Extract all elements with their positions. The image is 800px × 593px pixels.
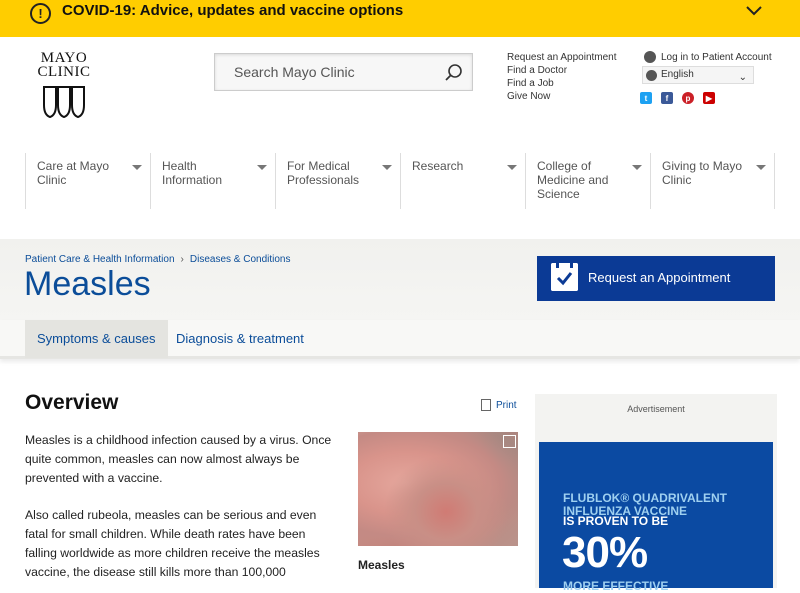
calendar-check-icon bbox=[551, 263, 578, 291]
patient-account-login[interactable]: Log in to Patient Account bbox=[644, 51, 772, 63]
find-doctor-link[interactable]: Find a Doctor bbox=[507, 64, 617, 77]
image-caption: Measles bbox=[358, 558, 405, 572]
language-value: English bbox=[661, 69, 694, 80]
ad-subheadline: IS PROVEN TO BE bbox=[563, 514, 669, 528]
covid-banner-text[interactable]: COVID-19: Advice, updates and vaccine op… bbox=[62, 2, 403, 19]
page-title: Measles bbox=[24, 265, 151, 303]
content-tabs: Symptoms & causes Diagnosis & treatment bbox=[0, 320, 800, 359]
search-box[interactable] bbox=[214, 53, 473, 91]
caret-down-icon bbox=[507, 165, 517, 170]
expand-icon[interactable] bbox=[503, 435, 516, 448]
print-link[interactable]: Print bbox=[481, 399, 517, 411]
print-label: Print bbox=[496, 399, 517, 411]
tab-diagnosis-treatment[interactable]: Diagnosis & treatment bbox=[164, 320, 316, 358]
flublok-ad[interactable]: FLUBLOK® QUADRIVALENT INFLUENZA VACCINE … bbox=[539, 442, 773, 593]
utility-links: Request an Appointment Find a Doctor Fin… bbox=[507, 51, 617, 103]
logo-line-2: CLINIC bbox=[37, 64, 91, 80]
breadcrumb: Patient Care & Health Information › Diseas… bbox=[25, 254, 290, 265]
mayo-clinic-logo[interactable]: MAYO CLINIC bbox=[33, 51, 95, 119]
appointment-label: Request an Appointment bbox=[588, 270, 731, 285]
nav-label: College of Medicine and Science bbox=[537, 159, 609, 201]
breadcrumb-item[interactable]: Diseases & Conditions bbox=[190, 254, 291, 265]
nav-college[interactable]: College of Medicine and Science bbox=[525, 153, 650, 209]
caret-down-icon bbox=[756, 165, 766, 170]
chevron-right-icon: › bbox=[180, 254, 184, 265]
nav-care-at-mayo[interactable]: Care at Mayo Clinic bbox=[25, 153, 150, 209]
nav-label: For Medical Professionals bbox=[287, 159, 360, 187]
logo-line-1: MAYO bbox=[40, 50, 88, 66]
ad-percentage: 30% bbox=[562, 528, 648, 577]
section-heading: Overview bbox=[25, 391, 119, 414]
shield-logo-icon bbox=[43, 86, 85, 119]
main-navigation: Care at Mayo Clinic Health Information F… bbox=[25, 153, 775, 209]
language-select[interactable]: English ⌄ bbox=[642, 66, 754, 84]
twitter-icon[interactable]: t bbox=[640, 92, 652, 104]
pinterest-icon[interactable]: p bbox=[682, 92, 694, 104]
ad-tagline: MORE EFFECTIVE bbox=[563, 579, 669, 593]
print-icon bbox=[481, 399, 491, 411]
user-icon bbox=[644, 51, 656, 63]
advertisement-container: Advertisement FLUBLOK® QUADRIVALENT INFL… bbox=[535, 394, 777, 593]
search-input[interactable] bbox=[215, 54, 435, 90]
overview-paragraph-1: Measles is a childhood infection caused … bbox=[25, 433, 332, 485]
youtube-icon[interactable]: ▶ bbox=[703, 92, 715, 104]
nav-label: Health Information bbox=[162, 159, 223, 187]
nav-health-information[interactable]: Health Information bbox=[150, 153, 275, 209]
caret-down-icon bbox=[132, 165, 142, 170]
breadcrumb-item[interactable]: Patient Care & Health Information bbox=[25, 254, 175, 265]
nav-label: Care at Mayo Clinic bbox=[37, 159, 110, 187]
find-job-link[interactable]: Find a Job bbox=[507, 77, 617, 90]
measles-rash-image[interactable] bbox=[358, 432, 518, 546]
nav-label: Research bbox=[412, 159, 464, 173]
request-appointment-button[interactable]: Request an Appointment bbox=[537, 256, 775, 301]
give-now-link[interactable]: Give Now bbox=[507, 90, 617, 103]
caret-down-icon bbox=[257, 165, 267, 170]
login-label[interactable]: Log in to Patient Account bbox=[661, 52, 772, 63]
chevron-down-icon[interactable] bbox=[745, 4, 763, 16]
chevron-down-icon: ⌄ bbox=[738, 72, 747, 83]
overview-paragraph-2: Also called rubeola, measles can be seri… bbox=[25, 508, 320, 579]
nav-medical-professionals[interactable]: For Medical Professionals bbox=[275, 153, 400, 209]
nav-label: Giving to Mayo Clinic bbox=[662, 159, 743, 187]
advertisement-label: Advertisement bbox=[627, 404, 685, 414]
search-icon[interactable] bbox=[444, 63, 464, 83]
tab-symptoms-causes[interactable]: Symptoms & causes bbox=[25, 320, 168, 358]
alert-icon: ! bbox=[30, 3, 51, 24]
social-links: t f p ▶ bbox=[640, 92, 715, 104]
facebook-icon[interactable]: f bbox=[661, 92, 673, 104]
request-appointment-link[interactable]: Request an Appointment bbox=[507, 51, 617, 64]
caret-down-icon bbox=[382, 165, 392, 170]
nav-giving[interactable]: Giving to Mayo Clinic bbox=[650, 153, 775, 209]
nav-research[interactable]: Research bbox=[400, 153, 525, 209]
globe-icon bbox=[646, 70, 657, 81]
covid-banner[interactable]: ! COVID-19: Advice, updates and vaccine … bbox=[0, 0, 800, 37]
caret-down-icon bbox=[632, 165, 642, 170]
